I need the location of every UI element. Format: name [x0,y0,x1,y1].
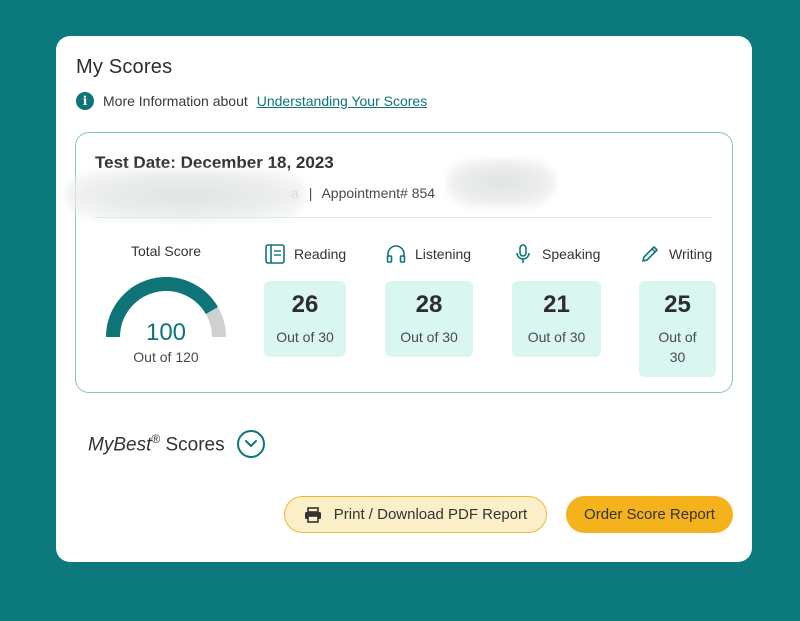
section-out-of: Out of 30 [276,329,334,345]
section-out-of-line2: 30 [669,349,686,365]
section-label: Listening [415,246,472,262]
score-tile: 26 Out of 30 [264,281,346,357]
section-score: 26 [291,291,319,318]
section-out-of: Out of 30 [400,329,458,345]
section-out-of: Out of 30 [639,327,716,367]
appointment-number: Appointment# 854 [321,185,436,201]
total-score-label: Total Score [130,243,202,259]
score-tile: 21 Out of 30 [512,281,601,357]
print-download-button[interactable]: Print / Download PDF Report [284,496,547,533]
section-listening: Listening 28 Out of 30 [385,243,473,357]
section-score: 28 [415,291,443,318]
appointment-separator: | [308,185,313,201]
pencil-icon [642,246,658,262]
redaction-blur [446,159,556,207]
expand-button[interactable] [236,430,265,458]
page-title: My Scores [76,56,173,78]
section-writing: Writing 25 Out of 30 [639,243,716,377]
total-score: Total Score 100 Out of 120 [96,243,236,365]
order-score-report-label: Order Score Report [584,506,715,523]
section-score: 25 [664,291,691,318]
section-out-of-line1: Out of [658,329,697,345]
headphones-icon [386,245,406,263]
chevron-down-icon [244,440,257,447]
section-out-of: Out of 30 [527,329,586,345]
score-tile: 28 Out of 30 [385,281,473,357]
section-reading: Reading 26 Out of 30 [264,243,346,357]
redaction-blur [66,169,306,221]
info-icon: i [76,92,94,110]
scores-card: My Scores i More Information about Under… [56,36,752,562]
score-tile: 25 Out of 30 [639,281,716,377]
total-score-value: 100 [145,319,187,346]
section-label: Speaking [542,246,601,262]
section-score: 21 [543,291,570,318]
score-panel: Test Date: December 18, 2023 a | Appoint… [66,132,733,393]
print-download-label: Print / Download PDF Report [333,506,528,523]
mybest-title: MyBest® Scores [88,432,225,456]
registered-mark: ® [151,431,161,446]
book-icon [265,244,285,264]
mybest-scores-toggle[interactable]: MyBest® Scores [88,430,265,458]
section-speaking: Speaking 21 Out of 30 [512,243,601,357]
printer-icon [304,506,321,523]
divider [95,217,713,218]
understanding-scores-link[interactable]: Understanding Your Scores [257,93,427,109]
section-label: Writing [669,246,713,262]
total-score-out-of: Out of 120 [133,349,199,365]
section-label: Reading [294,246,347,262]
mybest-prefix: MyBest [88,434,152,456]
info-text: More Information about [103,93,248,109]
mybest-suffix: Scores [165,434,225,456]
info-row: i More Information about Understanding Y… [76,92,427,110]
order-score-report-button[interactable]: Order Score Report [566,496,733,533]
microphone-icon [516,244,530,263]
